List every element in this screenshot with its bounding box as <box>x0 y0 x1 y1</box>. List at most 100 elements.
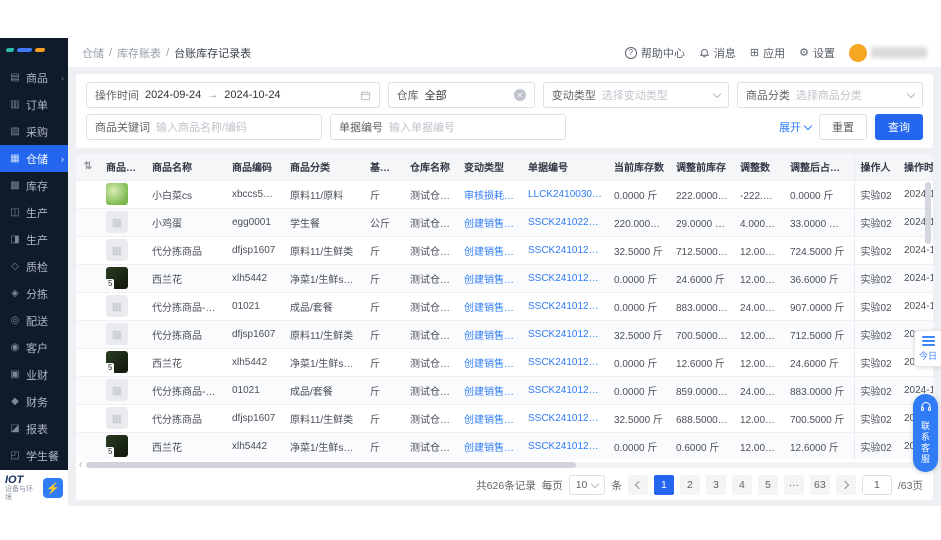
sidebar-item-student-meal[interactable]: ◰ 学生餐 <box>0 442 68 469</box>
cell-warehouse: 测试仓库5 <box>404 348 458 377</box>
table-row[interactable]: ▦ 代分拣商品-单位换算01021成品/套餐斤测试仓库5创建销售出库SSCK241… <box>76 376 933 405</box>
sidebar-item-sorting[interactable]: ◈ 分拣 <box>0 280 68 307</box>
contact-service-button[interactable]: 联系客服 <box>913 394 938 472</box>
cell-doc_no[interactable]: SSCK24101200003 <box>522 292 608 321</box>
cell-change_type[interactable]: 创建销售出库 <box>458 264 522 293</box>
cell-doc_no[interactable]: SSCK24101200002 <box>522 376 608 405</box>
page-button[interactable]: 1 <box>653 475 674 495</box>
page-button[interactable]: 5 <box>757 475 778 495</box>
next-page-button[interactable] <box>835 475 856 495</box>
sidebar-item-production[interactable]: ◫ 生产 <box>0 199 68 226</box>
table-row[interactable]: ▦ 代分拣商品 dfjsp1607 原料11/生鲜类斤测试仓库5 创建销售出库 SSCK2… <box>76 404 933 433</box>
cell-change_type[interactable]: 创建销售出库 <box>458 320 522 349</box>
breadcrumb-item[interactable]: 库存账表 <box>117 45 161 61</box>
horizontal-scrollbar-thumb[interactable] <box>86 461 576 468</box>
cell-doc_no[interactable]: SSCK24101200004 <box>522 236 608 265</box>
reset-button[interactable]: 重置 <box>819 114 867 140</box>
sidebar-item-warehouse[interactable]: ▦ 仓储 › <box>0 145 68 172</box>
cell-doc_no[interactable]: SSCK24101200003 <box>522 320 608 349</box>
user-menu[interactable] <box>849 43 927 62</box>
cell-change_type[interactable]: 创建销售出库 <box>458 376 522 405</box>
sidebar-item-finance[interactable]: ◆ 财务 <box>0 388 68 415</box>
image-badge: 5 <box>106 279 115 289</box>
cell-doc_no[interactable]: SSCK24101200002 <box>522 404 608 433</box>
sidebar-item-orders[interactable]: ▥ 订单 <box>0 91 68 118</box>
sidebar-item-goods[interactable]: ▤ 商品 › <box>0 64 68 91</box>
cell-change_type[interactable]: 创建销售出库 <box>458 236 522 265</box>
search-button[interactable]: 查询 <box>875 114 923 140</box>
expand-toggle[interactable]: 展开 <box>779 119 813 135</box>
apps-button[interactable]: ⊞ 应用 <box>750 45 785 61</box>
sidebar-item-label: 订单 <box>26 99 48 112</box>
filter-change-type-select[interactable]: 变动类型 选择变动类型 <box>542 82 729 108</box>
sidebar-item-label: 客户 <box>26 342 48 355</box>
page-size-select[interactable]: 10 <box>568 475 606 495</box>
messages-button[interactable]: 消息 <box>699 45 736 61</box>
cell-code: dfjsp1607 <box>226 404 284 433</box>
cell-doc_no[interactable]: SSCK24101200001 <box>522 432 608 459</box>
horizontal-scrollbar[interactable] <box>86 461 930 468</box>
sidebar-item-reports[interactable]: ◪ 报表 <box>0 415 68 442</box>
product-image: ▦ <box>106 323 128 345</box>
cell-change_type[interactable]: 审核损耗出库 <box>458 180 522 209</box>
page-button[interactable]: 3 <box>705 475 726 495</box>
page-jump-input[interactable]: 1 <box>861 475 892 495</box>
table-row[interactable]: 5 西兰花xlh5442净菜1/生鲜shu菜类斤测试仓库5创建销售出库SSCK24… <box>76 348 933 377</box>
float-quick-panel[interactable]: 今日 <box>914 330 941 367</box>
table-row[interactable]: 5 西兰花xlh5442净菜1/生鲜shu菜类斤测试仓库5创建销售出库SSCK24… <box>76 264 933 293</box>
cell-doc_no[interactable]: SSCK24101200003 <box>522 264 608 293</box>
filter-doc-no-input[interactable]: 单据编号 输入单据编号 <box>330 114 566 140</box>
filter-date-range[interactable]: 操作时间 2024-09-24 → 2024-10-24 <box>86 82 380 108</box>
sidebar-item-quality[interactable]: ◇ 质检 <box>0 253 68 280</box>
page-button[interactable]: 4 <box>731 475 752 495</box>
sidebar-item-business-finance[interactable]: ▣ 业财 <box>0 361 68 388</box>
scroll-left-arrow[interactable]: ‹ <box>79 459 82 470</box>
help-center-button[interactable]: ? 帮助中心 <box>624 45 685 61</box>
cell-change_type[interactable]: 创建销售出库 <box>458 404 522 433</box>
table-sort-header[interactable]: ⇅ <box>76 154 100 181</box>
cell-change_type[interactable]: 创建销售出库 <box>458 208 522 237</box>
total-pages-label: /63页 <box>897 479 923 492</box>
page-ellipsis[interactable]: ··· <box>783 475 804 495</box>
table-row[interactable]: ▦ 代分拣商品-单位换算01021成品/套餐斤测试仓库5创建销售出库SSCK241… <box>76 292 933 321</box>
clear-icon[interactable] <box>513 89 526 101</box>
cell-unit: 斤 <box>364 320 404 349</box>
sidebar-item-production2[interactable]: ◨ 生产 <box>0 226 68 253</box>
logo-bar-blue <box>16 48 33 52</box>
cell-change_type[interactable]: 创建销售出库 <box>458 292 522 321</box>
cell-adjust: 24.0000 斤 <box>734 292 784 321</box>
sidebar-item-customers[interactable]: ◉ 客户 <box>0 334 68 361</box>
filter-keyword-input[interactable]: 商品关键词 输入商品名称/编码 <box>86 114 322 140</box>
table-row[interactable]: 小白菜cs xbccs5669 原料11/原料斤测试仓库5 审核损耗出库 LLCK241… <box>76 180 933 209</box>
cell-operator: 实验02 <box>853 264 898 293</box>
filter-warehouse-select[interactable]: 仓库 全部 <box>387 82 535 108</box>
table-row[interactable]: ▦ 代分拣商品 dfjsp1607 原料11/生鲜类斤测试仓库5 创建销售出库 SSCK2… <box>76 320 933 349</box>
page-button[interactable]: 2 <box>679 475 700 495</box>
table-row[interactable]: 5 西兰花xlh5442净菜1/生鲜shu菜类斤测试仓库5创建销售出库SSCK24… <box>76 432 933 459</box>
product-image: ▦ <box>106 295 128 317</box>
help-icon: ? <box>624 46 637 59</box>
filter-category-select[interactable]: 商品分类 选择商品分类 <box>736 82 923 108</box>
sidebar-item-delivery[interactable]: ◎ 配送 <box>0 307 68 334</box>
settings-button[interactable]: ⚙ 设置 <box>799 45 835 61</box>
orders-icon: ▥ <box>10 99 20 110</box>
cell-operator: 实验02 <box>853 376 898 405</box>
cell-category: 净菜1/生鲜shu菜类 <box>284 432 364 459</box>
sidebar-item-purchase[interactable]: ▧ 采购 <box>0 118 68 145</box>
cell-doc_no[interactable]: SSCK24102200001 <box>522 208 608 237</box>
cell-doc_no[interactable]: SSCK24101200002 <box>522 348 608 377</box>
page-button[interactable]: 63 <box>809 475 830 495</box>
table-row[interactable]: ▦ 代分拣商品 dfjsp1607 原料11/生鲜类斤测试仓库5 创建销售出库 SSCK2… <box>76 236 933 265</box>
cell-change_type[interactable]: 创建销售出库 <box>458 432 522 459</box>
sidebar-item-inventory[interactable]: ▩ 库存 <box>0 172 68 199</box>
iot-device-icon[interactable]: ⚡ <box>43 478 63 498</box>
vertical-scrollbar-thumb[interactable] <box>925 182 931 244</box>
cell-after: 700.5000 斤 <box>784 404 854 433</box>
prev-page-button[interactable] <box>627 475 648 495</box>
cell-category: 原料11/生鲜类 <box>284 236 364 265</box>
table-row[interactable]: ▦ 小鸡蛋 egg0001 学生餐 公斤 测试仓库5 创建销售出库 SSCK241022000… <box>76 208 933 237</box>
sidebar-item-label: 生产 <box>26 234 48 247</box>
cell-doc_no[interactable]: LLCK24100300001 <box>522 180 608 209</box>
breadcrumb-item[interactable]: 仓储 <box>82 45 104 61</box>
cell-change_type[interactable]: 创建销售出库 <box>458 348 522 377</box>
